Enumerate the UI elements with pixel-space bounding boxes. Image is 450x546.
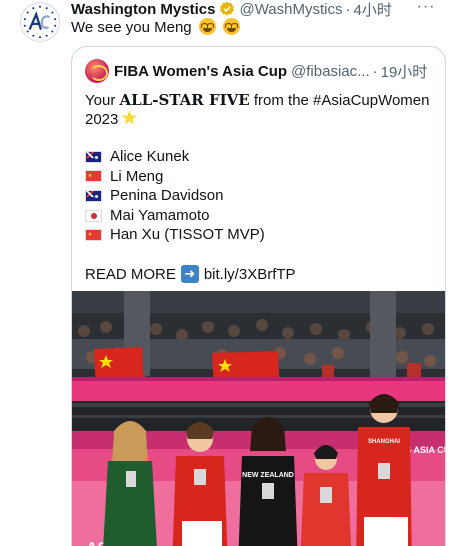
tweet[interactable]: Washington Mystics @WashMystics · 4小时 ··…	[0, 0, 450, 546]
player-name: Alice Kunek	[110, 148, 190, 165]
tweet-text: We see you Meng	[71, 18, 240, 38]
new-zealand-flag-icon	[85, 189, 102, 202]
china-flag-icon	[85, 229, 102, 242]
star-struck-emoji-icon	[222, 18, 240, 35]
headline-emphasis: ALL-STAR FIVE	[119, 91, 250, 109]
glowing-star-icon	[121, 110, 138, 125]
all-star-list: Alice Kunek Li Meng Penina Davidson Mai …	[85, 147, 265, 245]
player-name: Mai Yamamoto	[110, 206, 210, 224]
verified-badge-icon	[219, 1, 235, 17]
star-struck-emoji-icon	[198, 18, 216, 35]
china-flag-icon	[85, 170, 102, 183]
right-arrow-icon: ➜	[180, 265, 199, 283]
author-name[interactable]: Washington Mystics	[71, 1, 215, 18]
list-item: Mai Yamamoto	[85, 206, 265, 226]
player-name: Penina Davidson	[110, 187, 224, 205]
read-more-label: READ MORE	[85, 265, 176, 283]
separator-dot: ·	[345, 0, 351, 18]
list-item: Penina Davidson	[85, 186, 265, 206]
quoted-author-name[interactable]: FIBA Women's Asia Cup	[114, 63, 287, 80]
player-name: Li Meng	[110, 167, 164, 185]
author-handle[interactable]: @WashMystics	[239, 1, 342, 18]
jersey-text: NEW ZEALAND	[242, 472, 294, 479]
tweet-timestamp[interactable]: 4小时	[353, 0, 391, 20]
australia-flag-icon	[85, 150, 102, 163]
more-options-icon[interactable]: ···	[416, 0, 436, 18]
fiba-asia-cup-logo-icon[interactable]	[85, 59, 109, 83]
jersey-text: SHANGHAI	[368, 439, 400, 445]
headline-suffix: from the #AsiaCupWomen	[249, 92, 430, 109]
list-item: Han Xu (TISSOT MVP)	[85, 225, 265, 245]
tweet-header: Washington Mystics @WashMystics · 4小时	[71, 0, 392, 20]
player-name: Han Xu (TISSOT MVP)	[110, 226, 265, 244]
list-item: Li Meng	[85, 167, 265, 187]
read-more-line: READ MORE ➜ bit.ly/3XBrfTP	[85, 264, 296, 284]
mystics-logo-icon[interactable]	[20, 2, 60, 42]
japan-flag-icon	[85, 209, 102, 222]
quoted-tweet-text: Your ALL-STAR FIVE from the #AsiaCupWome…	[85, 90, 430, 130]
list-item: Alice Kunek	[85, 147, 265, 167]
quoted-tweet-card[interactable]: FIBA Women's Asia Cup @fibasiac... · 19小…	[71, 46, 446, 546]
headline-year: 2023	[85, 111, 119, 128]
tweet-text-content: We see you Meng	[71, 19, 192, 36]
quoted-tweet-header: FIBA Women's Asia Cup @fibasiac... · 19小…	[85, 58, 427, 84]
headline-prefix: Your	[85, 92, 120, 109]
read-more-link[interactable]: bit.ly/3XBrfTP	[204, 266, 296, 283]
quoted-timestamp[interactable]: 19小时	[381, 61, 428, 82]
separator-dot: ·	[372, 62, 378, 80]
all-star-team-photo[interactable]: WOMEN'S ASIA CUP ASIA	[72, 291, 445, 546]
quoted-author-handle[interactable]: @fibasiac...	[291, 63, 370, 80]
